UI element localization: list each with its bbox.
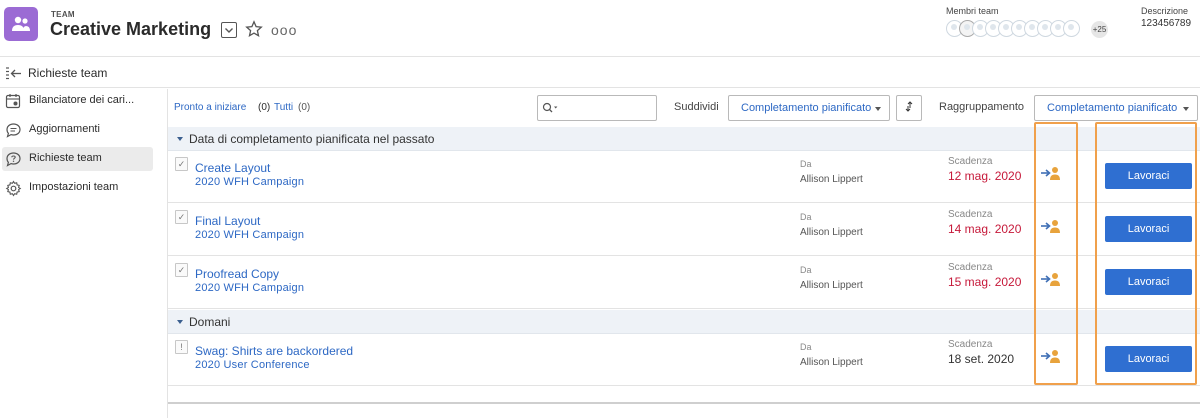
due-date: 14 mag. 2020	[948, 222, 1022, 236]
due-date: 12 mag. 2020	[948, 169, 1022, 183]
sidebar-item-label: Impostazioni team	[29, 181, 119, 193]
sidebar-item-workload-balancer[interactable]: Bilanciatore dei cari...	[2, 89, 153, 113]
list-bottom-divider	[168, 402, 1200, 404]
sidebar-item-label: Bilanciatore dei cari...	[29, 94, 135, 106]
group-label: Raggruppamento	[939, 101, 1025, 113]
speech-bubble-icon	[6, 123, 21, 138]
calendar-people-icon	[5, 94, 21, 109]
alert-icon: !	[175, 340, 188, 354]
sidebar-item-label: Richieste team	[29, 152, 102, 164]
filter-ready-count: (0)	[258, 102, 271, 113]
avatar[interactable]	[1063, 20, 1080, 37]
sort-direction-icon	[905, 101, 913, 112]
group-dropdown-value: Completamento pianificato	[1047, 102, 1178, 114]
due-label: Scadenza	[948, 209, 993, 220]
request-project[interactable]: 2020 WFH Campaign	[195, 176, 304, 188]
sidebar-item-team-requests[interactable]: Richieste team	[2, 147, 153, 171]
collapse-panel-icon[interactable]	[5, 66, 22, 81]
assign-column-highlight	[1034, 122, 1078, 385]
breadcrumb-title: Richieste team	[28, 66, 108, 80]
sidebar: Bilanciatore dei cari... Aggiornamenti R…	[0, 89, 168, 418]
from-value: Allison Lippert	[800, 227, 863, 238]
search-input[interactable]	[537, 95, 657, 121]
chevron-down-icon	[1183, 107, 1189, 111]
request-project[interactable]: 2020 User Conference	[195, 359, 310, 371]
caret-down-icon[interactable]	[177, 137, 183, 141]
description-label: Descrizione	[1141, 6, 1189, 16]
work-on-it-column-highlight	[1095, 122, 1197, 385]
sort-dropdown[interactable]: Completamento pianificato	[728, 95, 890, 121]
select-checkbox[interactable]	[221, 22, 237, 38]
from-label: Da	[800, 212, 812, 222]
page-header: TEAM Creative Marketing ooo Membri team …	[0, 0, 1200, 57]
request-title[interactable]: Final Layout	[195, 214, 260, 228]
from-label: Da	[800, 342, 812, 352]
sidebar-item-label: Aggiornamenti	[29, 123, 100, 135]
filter-all-count: (0)	[298, 102, 311, 113]
due-label: Scadenza	[948, 156, 993, 167]
sort-dropdown-value: Completamento pianificato	[741, 102, 872, 114]
due-label: Scadenza	[948, 262, 993, 273]
team-logo	[4, 7, 38, 41]
task-checkbox-icon: ✓	[175, 263, 188, 277]
filter-ready-to-start[interactable]: Pronto a iniziare	[174, 102, 246, 113]
page-title: Creative Marketing	[50, 19, 212, 39]
from-label: Da	[800, 265, 812, 275]
breadcrumb: Richieste team	[0, 58, 1200, 88]
chevron-down-icon	[875, 107, 881, 111]
caret-down-icon[interactable]	[177, 320, 183, 324]
due-date: 15 mag. 2020	[948, 275, 1022, 289]
request-project[interactable]: 2020 WFH Campaign	[195, 229, 304, 241]
search-icon	[542, 102, 558, 113]
star-icon[interactable]	[245, 20, 263, 38]
group-title: Data di completamento pianificata nel pa…	[189, 132, 435, 146]
members-label: Membri team	[946, 6, 999, 16]
task-checkbox-icon: ✓	[175, 157, 188, 171]
request-title[interactable]: Swag: Shirts are backordered	[195, 344, 353, 358]
request-bubble-icon	[6, 152, 21, 167]
request-title[interactable]: Create Layout	[195, 161, 270, 175]
sort-direction-button[interactable]	[896, 95, 922, 121]
description-value: 123456789	[1141, 18, 1192, 29]
task-checkbox-icon: ✓	[175, 210, 188, 224]
from-value: Allison Lippert	[800, 357, 863, 368]
request-title[interactable]: Proofread Copy	[195, 267, 279, 281]
more-options-icon[interactable]: ooo	[271, 22, 297, 38]
from-value: Allison Lippert	[800, 280, 863, 291]
more-members-badge[interactable]: +25	[1091, 21, 1108, 38]
chevron-down-icon	[225, 28, 233, 33]
sort-label: Suddividi	[674, 101, 719, 113]
team-people-icon	[12, 16, 30, 31]
filter-all[interactable]: Tutti	[274, 102, 293, 113]
from-label: Da	[800, 159, 812, 169]
gear-icon	[5, 180, 22, 197]
from-value: Allison Lippert	[800, 174, 863, 185]
due-label: Scadenza	[948, 339, 993, 350]
request-project[interactable]: 2020 WFH Campaign	[195, 282, 304, 294]
sidebar-item-team-settings[interactable]: Impostazioni team	[2, 176, 153, 200]
app-root: TEAM Creative Marketing ooo Membri team …	[0, 0, 1200, 418]
team-kicker: TEAM	[51, 10, 75, 19]
group-title: Domani	[189, 315, 231, 329]
due-date: 18 set. 2020	[948, 352, 1015, 366]
sidebar-item-updates[interactable]: Aggiornamenti	[2, 118, 153, 142]
group-dropdown[interactable]: Completamento pianificato	[1034, 95, 1198, 121]
